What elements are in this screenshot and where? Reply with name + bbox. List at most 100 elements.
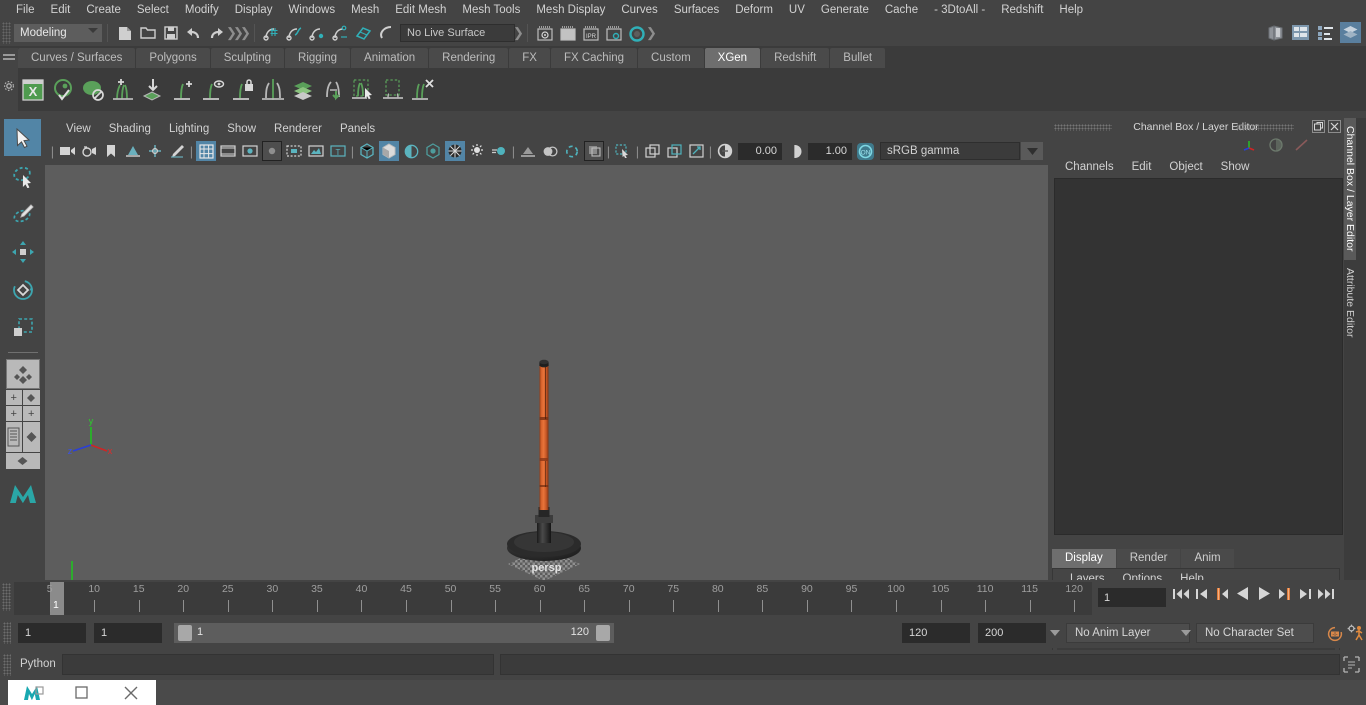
- render-view-icon[interactable]: [534, 23, 555, 44]
- camera-attributes-icon[interactable]: [79, 141, 99, 161]
- layer-tab-anim[interactable]: Anim: [1181, 549, 1234, 568]
- time-slider-grip[interactable]: [2, 583, 11, 611]
- two-d-pan-zoom-icon[interactable]: [145, 141, 165, 161]
- close-icon[interactable]: [107, 680, 156, 705]
- duplicate-view-icon[interactable]: [642, 141, 662, 161]
- step-back-keyframe-icon[interactable]: [1195, 587, 1209, 604]
- xgen-preview-icon[interactable]: [48, 73, 78, 107]
- undo-icon[interactable]: [183, 23, 204, 44]
- open-scene-icon[interactable]: [137, 23, 158, 44]
- screen-space-ao-icon[interactable]: [467, 141, 487, 161]
- xgen-description-icon[interactable]: [78, 73, 108, 107]
- channelbox-menu-show[interactable]: Show: [1212, 161, 1259, 173]
- menu-file[interactable]: File: [8, 0, 43, 20]
- maximize-icon[interactable]: [57, 680, 106, 705]
- color-management-selector[interactable]: sRGB gamma: [880, 142, 1020, 160]
- vertical-tab-attribute-editor[interactable]: Attribute Editor: [1344, 260, 1356, 345]
- menu-surfaces[interactable]: Surfaces: [666, 0, 727, 20]
- auto-key-icon[interactable]: -I-: [1326, 626, 1344, 645]
- expand-view-icon[interactable]: [686, 141, 706, 161]
- shelf-tab-polygons[interactable]: Polygons: [136, 48, 210, 68]
- four-view-layout-icon[interactable]: +: [5, 390, 22, 405]
- menu-modify[interactable]: Modify: [177, 0, 227, 20]
- menu-select[interactable]: Select: [129, 0, 177, 20]
- wireframe-icon[interactable]: [357, 141, 377, 161]
- menu-mesh-tools[interactable]: Mesh Tools: [454, 0, 528, 20]
- menu-3dtoall[interactable]: - 3DtoAll -: [926, 0, 993, 20]
- select-camera-icon[interactable]: [57, 141, 77, 161]
- ipr-render-icon[interactable]: IPR: [580, 23, 601, 44]
- menu-windows[interactable]: Windows: [280, 0, 343, 20]
- channel-box-toggle-icon[interactable]: [1315, 22, 1336, 43]
- color-management-toggle-icon[interactable]: ON: [855, 141, 875, 161]
- menu-edit-mesh[interactable]: Edit Mesh: [387, 0, 454, 20]
- layer-tab-display[interactable]: Display: [1052, 549, 1116, 568]
- shelf-tab-menu-icon[interactable]: [3, 54, 15, 56]
- xgen-comb-icon[interactable]: [318, 73, 348, 107]
- play-forwards-icon[interactable]: [1256, 586, 1272, 604]
- save-scene-icon[interactable]: [160, 23, 181, 44]
- xgen-add-guide-icon[interactable]: [168, 73, 198, 107]
- shelf-tab-curves-surfaces[interactable]: Curves / Surfaces: [18, 48, 136, 68]
- snap-to-curve-icon[interactable]: [284, 23, 305, 44]
- command-language-label[interactable]: Python: [20, 658, 56, 670]
- xray-joints-icon[interactable]: [562, 141, 582, 161]
- step-forward-keyframe-icon[interactable]: [1298, 587, 1312, 604]
- shelf-tab-rigging[interactable]: Rigging: [285, 48, 351, 68]
- motion-blur-icon[interactable]: [489, 141, 509, 161]
- shelf-tab-xgen[interactable]: XGen: [704, 48, 761, 68]
- animation-preferences-icon[interactable]: [1347, 624, 1365, 645]
- xgen-import-collection-icon[interactable]: [138, 73, 168, 107]
- film-gate-icon[interactable]: [218, 141, 238, 161]
- menu-mesh-display[interactable]: Mesh Display: [528, 0, 613, 20]
- range-end-field[interactable]: 120: [902, 623, 970, 643]
- current-frame-field[interactable]: 1: [1098, 588, 1166, 607]
- new-scene-icon[interactable]: [114, 23, 135, 44]
- snap-to-grid-icon[interactable]: [261, 23, 282, 44]
- range-slider[interactable]: 1 120: [174, 623, 614, 643]
- character-set-selector[interactable]: No Character Set: [1196, 623, 1314, 643]
- color-management-dropdown-arrow[interactable]: [1021, 142, 1043, 160]
- outliner-persp-layout-icon[interactable]: [5, 422, 22, 452]
- animation-start-field[interactable]: 1: [18, 623, 86, 643]
- use-all-lights-icon[interactable]: [423, 141, 443, 161]
- shelf-tab-bullet[interactable]: Bullet: [830, 48, 886, 68]
- shelf-tab-redshift[interactable]: Redshift: [761, 48, 830, 68]
- menu-curves[interactable]: Curves: [613, 0, 665, 20]
- maya-app-icon[interactable]: [8, 680, 57, 705]
- grease-pencil-icon[interactable]: [167, 141, 187, 161]
- select-region-icon[interactable]: [613, 141, 633, 161]
- menu-uv[interactable]: UV: [781, 0, 813, 20]
- channel-box-area[interactable]: [1054, 178, 1343, 535]
- shelf-tab-fx-caching[interactable]: FX Caching: [550, 48, 638, 68]
- snap-to-projected-center-icon[interactable]: [330, 23, 351, 44]
- play-backwards-icon[interactable]: [1235, 586, 1251, 604]
- animation-end-field[interactable]: 200: [978, 623, 1046, 643]
- lasso-select-tool[interactable]: [4, 157, 41, 194]
- shelf-tab-fx[interactable]: FX: [509, 48, 550, 68]
- channelbox-menu-edit[interactable]: Edit: [1123, 161, 1161, 173]
- xgen-density-mask-icon[interactable]: [288, 73, 318, 107]
- paint-select-tool[interactable]: [4, 195, 41, 232]
- menu-edit[interactable]: Edit: [43, 0, 79, 20]
- character-set-dropdown-arrow[interactable]: [1181, 630, 1191, 636]
- xgen-mirror-guides-icon[interactable]: [258, 73, 288, 107]
- panel-grip-left[interactable]: [1054, 124, 1112, 131]
- anim-layer-dropdown-arrow[interactable]: [1050, 630, 1060, 636]
- menu-set-selector[interactable]: Modeling: [14, 24, 102, 42]
- image-plane-icon[interactable]: [123, 141, 143, 161]
- channelbox-menu-object[interactable]: Object: [1160, 161, 1211, 173]
- gear-icon[interactable]: [3, 80, 15, 92]
- menu-redshift[interactable]: Redshift: [993, 0, 1051, 20]
- move-tool[interactable]: [4, 233, 41, 270]
- render-current-frame-icon[interactable]: [557, 23, 578, 44]
- safe-title-icon[interactable]: T: [328, 141, 348, 161]
- vertical-tab-channel-box-layer-editor[interactable]: Channel Box / Layer Editor: [1344, 118, 1356, 260]
- gate-mask-icon[interactable]: [262, 141, 282, 161]
- two-pane-layout-icon[interactable]: +: [5, 406, 22, 421]
- script-editor-icon[interactable]: [1343, 656, 1360, 673]
- snap-to-point-icon[interactable]: [307, 23, 328, 44]
- attribute-editor-toggle-icon[interactable]: [1290, 22, 1311, 43]
- menu-generate[interactable]: Generate: [813, 0, 877, 20]
- safe-action-icon[interactable]: [306, 141, 326, 161]
